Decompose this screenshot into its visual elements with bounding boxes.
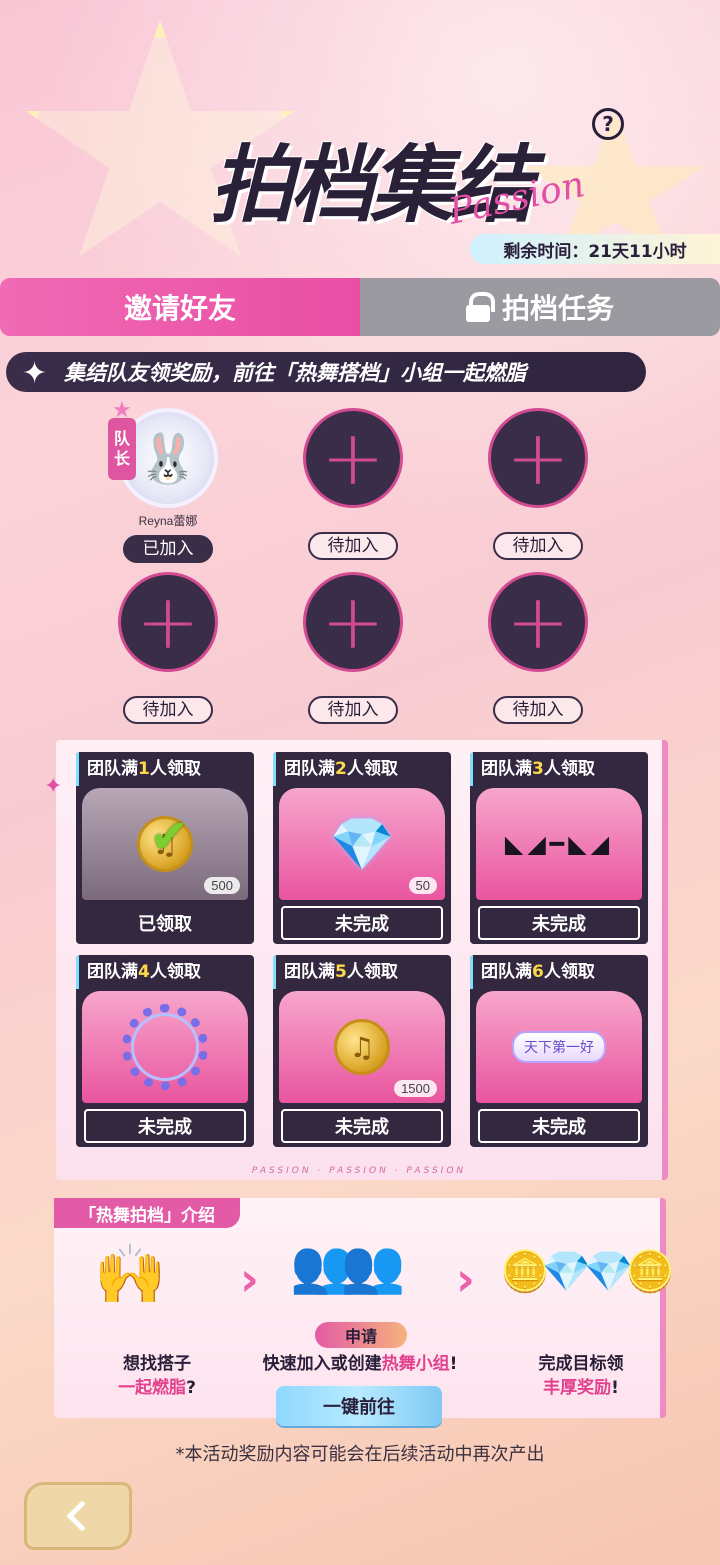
- reward-image: ◣◢━◣◢: [476, 788, 642, 900]
- tab-label: 拍档任务: [501, 292, 614, 325]
- status-badge: 待加入: [308, 532, 398, 560]
- music-coin-icon: ♫ ✔: [137, 809, 193, 872]
- reward-card-title: 团队满5人领取: [273, 955, 451, 989]
- avatar[interactable]: 🐰 ★ 队长: [108, 398, 218, 508]
- chevron-left-icon: [66, 1500, 98, 1532]
- reward-card-title: 团队满4人领取: [76, 955, 254, 989]
- plus-icon: +: [321, 577, 385, 666]
- reward-card-title: 团队满1人领取: [76, 752, 254, 786]
- reward-image: [82, 991, 248, 1103]
- member-name: Reyna蕾娜: [138, 514, 198, 528]
- step-3-text: 完成目标领 丰厚奖励!: [538, 1354, 624, 1398]
- intro-tag: 「热舞拍档」介绍: [54, 1198, 240, 1228]
- footnote: *本活动奖励内容可能会在后续活动中再次产出: [175, 1444, 545, 1465]
- rabbit-avatar-icon: 🐰: [138, 430, 198, 487]
- reward-quantity: 1500: [394, 1080, 437, 1097]
- reward-card-5: 团队满5人领取 ♫ 1500 未完成: [273, 955, 451, 1147]
- music-coin-icon: ♫: [334, 1019, 390, 1075]
- info-banner: ✦ 集结队友领奖励，前往「热舞搭档」小组一起燃脂: [6, 352, 646, 392]
- reward-card-title: 团队满2人领取: [273, 752, 451, 786]
- tab-label: 邀请好友: [123, 292, 236, 325]
- group-people-icon: 👥👥: [290, 1237, 405, 1297]
- plus-icon: +: [506, 577, 570, 666]
- member-slot[interactable]: + 待加入: [478, 408, 598, 560]
- status-badge: 已加入: [123, 535, 213, 563]
- help-icon[interactable]: ?: [592, 108, 624, 140]
- claim-button[interactable]: 未完成: [478, 906, 640, 940]
- claim-button[interactable]: 未完成: [281, 1109, 443, 1143]
- add-member-button[interactable]: +: [488, 572, 588, 672]
- sparkle-icon: ✦: [44, 774, 63, 799]
- plus-icon: +: [136, 577, 200, 666]
- member-slot-leader[interactable]: 🐰 ★ 队长 Reyna蕾娜 已加入: [108, 398, 228, 563]
- plus-icon: +: [506, 413, 570, 502]
- chevron-right-icon: ›: [240, 1252, 259, 1306]
- add-member-button[interactable]: +: [303, 408, 403, 508]
- reward-image: ♫ ✔ 500: [82, 788, 248, 900]
- status-badge: 待加入: [308, 696, 398, 724]
- wreath-frame-icon: [122, 1004, 208, 1090]
- apply-tag: 申请: [315, 1322, 407, 1348]
- tab-invite-friends[interactable]: 邀请好友: [0, 278, 360, 336]
- reward-image: ♫ 1500: [279, 991, 445, 1103]
- sunglasses-icon: ◣◢━◣◢: [504, 830, 614, 858]
- member-slot[interactable]: + 待加入: [478, 572, 598, 724]
- status-badge: 待加入: [493, 696, 583, 724]
- status-badge: 待加入: [123, 696, 213, 724]
- sparkle-icon: ✦: [22, 356, 48, 391]
- decorative-strip: PASSION · PASSION · PASSION: [251, 1166, 467, 1176]
- member-slot[interactable]: + 待加入: [293, 572, 413, 724]
- tab-bar: 邀请好友 拍档任务: [0, 278, 720, 336]
- reward-card-6: 团队满6人领取 天下第一好 未完成: [470, 955, 648, 1147]
- member-slot[interactable]: + 待加入: [108, 572, 228, 724]
- step-2-text: 快速加入或创建热舞小组!: [262, 1354, 458, 1374]
- claimed-button: 已领取: [138, 914, 192, 935]
- banner-text: 集结队友领奖励，前往「热舞搭档」小组一起燃脂: [64, 361, 526, 385]
- reward-card-3: 团队满3人领取 ◣◢━◣◢ 未完成: [470, 752, 648, 944]
- time-remaining: 剩余时间：21天11小时: [470, 234, 720, 264]
- lock-icon: [465, 292, 495, 322]
- member-slot[interactable]: + 待加入: [293, 408, 413, 560]
- check-icon: ✔: [150, 809, 189, 863]
- claim-button[interactable]: 未完成: [84, 1109, 246, 1143]
- reward-card-4: 团队满4人领取 未完成: [76, 955, 254, 1147]
- tab-partner-tasks[interactable]: 拍档任务: [360, 278, 720, 336]
- status-badge: 待加入: [493, 532, 583, 560]
- high-five-icon: 🙌: [94, 1240, 166, 1308]
- reward-card-1: 团队满1人领取 ♫ ✔ 500 已领取: [76, 752, 254, 944]
- leader-badge: 队长: [108, 418, 136, 480]
- reward-image: 天下第一好: [476, 991, 642, 1103]
- reward-quantity: 50: [408, 877, 437, 894]
- reward-quantity: 500: [204, 877, 240, 894]
- go-now-button[interactable]: 一键前往: [276, 1386, 442, 1426]
- reward-card-title: 团队满3人领取: [470, 752, 648, 786]
- claim-button[interactable]: 未完成: [478, 1109, 640, 1143]
- add-member-button[interactable]: +: [303, 572, 403, 672]
- add-member-button[interactable]: +: [118, 572, 218, 672]
- back-button[interactable]: [24, 1482, 132, 1550]
- reward-card-title: 团队满6人领取: [470, 955, 648, 989]
- coins-diamonds-icon: 🪙💎💎🪙: [500, 1249, 675, 1295]
- chevron-right-icon: ›: [456, 1252, 475, 1306]
- plus-icon: +: [321, 413, 385, 502]
- reward-card-2: 团队满2人领取 💎 50 未完成: [273, 752, 451, 944]
- step-1-text: 想找搭子 一起燃脂?: [118, 1354, 196, 1398]
- nameplate-icon: 天下第一好: [512, 1031, 606, 1063]
- add-member-button[interactable]: +: [488, 408, 588, 508]
- claim-button[interactable]: 未完成: [281, 906, 443, 940]
- reward-image: 💎 50: [279, 788, 445, 900]
- diamond-icon: 💎: [329, 814, 395, 875]
